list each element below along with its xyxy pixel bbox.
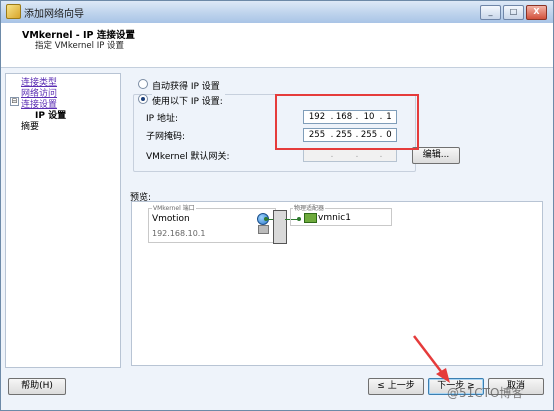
annotation-arrow-icon [413,335,450,383]
watermark: @51CTO博客 [447,386,524,400]
